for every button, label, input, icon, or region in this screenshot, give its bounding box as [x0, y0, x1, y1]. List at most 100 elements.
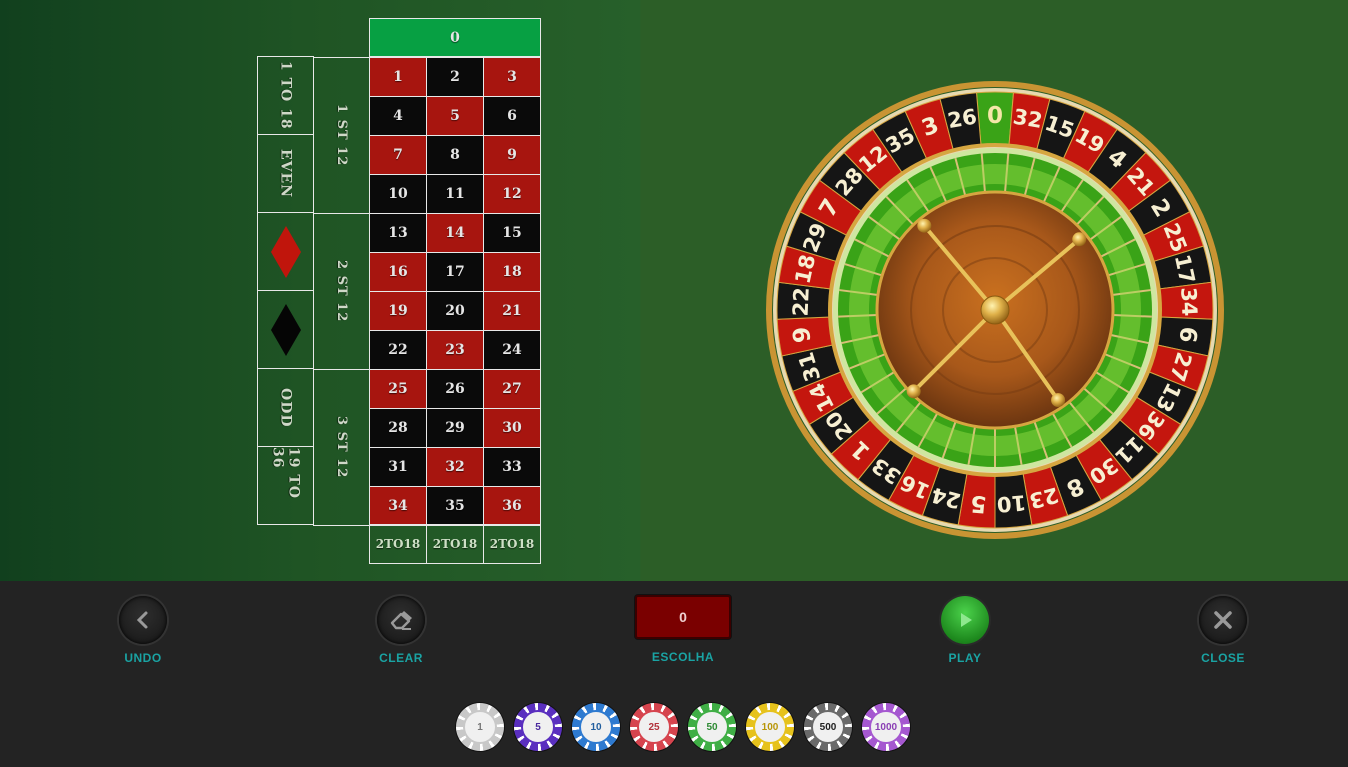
number-cell-25[interactable]: 25 [369, 369, 427, 409]
undo-label: UNDO [124, 651, 162, 665]
number-cell-30[interactable]: 30 [483, 408, 541, 448]
chip-1[interactable]: 1 [456, 703, 504, 751]
chip-value: 10 [579, 710, 613, 744]
wheel-number: 9 [789, 325, 817, 344]
wheel-number: 32 [1011, 104, 1044, 133]
number-cell-11[interactable]: 11 [426, 174, 484, 214]
close-icon [1214, 611, 1232, 629]
high-bet[interactable]: 19 TO 36 [257, 446, 314, 525]
number-cell-24[interactable]: 24 [483, 330, 541, 370]
dozen-bet-2[interactable]: 2 ST 12 [313, 213, 370, 370]
play-control: PLAY [937, 596, 993, 665]
wheel-number: 0 [987, 103, 1003, 129]
chevron-left-icon [136, 611, 148, 629]
turret-knob [1051, 393, 1066, 408]
clear-label: CLEAR [379, 651, 423, 665]
dozen-label: 1 ST 12 [334, 104, 349, 167]
number-cell-22[interactable]: 22 [369, 330, 427, 370]
even-bet[interactable]: EVEN [257, 134, 314, 213]
chip-100[interactable]: 100 [746, 703, 794, 751]
even-bet-label: EVEN [277, 148, 294, 198]
number-cell-17[interactable]: 17 [426, 252, 484, 292]
chip-value: 100 [753, 710, 787, 744]
number-cell-23[interactable]: 23 [426, 330, 484, 370]
turret-knob [1072, 232, 1087, 247]
play-icon [961, 613, 972, 627]
column-bet-1[interactable]: 2TO18 [369, 524, 427, 564]
number-cell-28[interactable]: 28 [369, 408, 427, 448]
chip-value: 50 [695, 710, 729, 744]
escolha-label: ESCOLHA [651, 650, 715, 664]
close-label: CLOSE [1201, 651, 1245, 665]
dozen-bet-1[interactable]: 1 ST 12 [313, 57, 370, 214]
column-bet-2[interactable]: 2TO18 [426, 524, 484, 564]
number-cell-35[interactable]: 35 [426, 486, 484, 526]
undo-button[interactable] [119, 596, 167, 644]
number-cell-5[interactable]: 5 [426, 96, 484, 136]
number-cell-7[interactable]: 7 [369, 135, 427, 175]
number-cell-6[interactable]: 6 [483, 96, 541, 136]
number-cell-26[interactable]: 26 [426, 369, 484, 409]
number-cell-13[interactable]: 13 [369, 213, 427, 253]
number-cell-10[interactable]: 10 [369, 174, 427, 214]
number-cell-34[interactable]: 34 [369, 486, 427, 526]
wheel-number: 26 [946, 104, 979, 133]
chip-1000[interactable]: 1000 [862, 703, 910, 751]
number-cell-12[interactable]: 12 [483, 174, 541, 214]
number-cell-31[interactable]: 31 [369, 447, 427, 487]
chip-value: 5 [521, 710, 555, 744]
number-cell-4[interactable]: 4 [369, 96, 427, 136]
number-cell-0[interactable]: 0 [369, 18, 541, 57]
red-bet[interactable] [257, 212, 314, 291]
chip-value: 1 [463, 710, 497, 744]
dozen-label: 2 ST 12 [334, 260, 349, 323]
escolha-control: 0 ESCOLHA [634, 595, 732, 664]
number-cell-3[interactable]: 3 [483, 57, 541, 97]
wheel-number: 10 [996, 490, 1027, 516]
turret-knob [906, 384, 921, 399]
high-bet-label: 19 TO 36 [269, 447, 302, 499]
number-cell-15[interactable]: 15 [483, 213, 541, 253]
number-cell-36[interactable]: 36 [483, 486, 541, 526]
chip-50[interactable]: 50 [688, 703, 736, 751]
play-button[interactable] [941, 596, 989, 644]
number-cell-21[interactable]: 21 [483, 291, 541, 331]
roulette-wheel: 0 321519421225173462713361130823105241633… [766, 81, 1224, 539]
clear-control: CLEAR [373, 596, 429, 665]
number-cell-27[interactable]: 27 [483, 369, 541, 409]
number-cell-32[interactable]: 32 [426, 447, 484, 487]
number-cell-14[interactable]: 14 [426, 213, 484, 253]
black-bet[interactable] [257, 290, 314, 369]
chip-value: 1000 [869, 710, 903, 744]
chip-500[interactable]: 500 [804, 703, 852, 751]
clear-button[interactable] [377, 596, 425, 644]
low-bet[interactable]: 1 TO 18 [257, 56, 314, 135]
number-cell-8[interactable]: 8 [426, 135, 484, 175]
number-cell-19[interactable]: 19 [369, 291, 427, 331]
chip-value: 25 [637, 710, 671, 744]
play-label: PLAY [948, 651, 982, 665]
number-cell-18[interactable]: 18 [483, 252, 541, 292]
wheel-number: 22 [789, 287, 814, 317]
dozen-bet-3[interactable]: 3 ST 12 [313, 369, 370, 526]
number-cell-20[interactable]: 20 [426, 291, 484, 331]
wheel-number: 34 [1176, 287, 1201, 317]
odd-bet[interactable]: ODD [257, 368, 314, 447]
number-cell-16[interactable]: 16 [369, 252, 427, 292]
chip-25[interactable]: 25 [630, 703, 678, 751]
turret-center [980, 295, 1010, 325]
close-button[interactable] [1199, 596, 1247, 644]
chip-5[interactable]: 5 [514, 703, 562, 751]
number-cell-29[interactable]: 29 [426, 408, 484, 448]
number-cell-2[interactable]: 2 [426, 57, 484, 97]
number-cell-33[interactable]: 33 [483, 447, 541, 487]
turret-knob [917, 218, 932, 233]
red-diamond-icon [270, 225, 301, 278]
number-cell-9[interactable]: 9 [483, 135, 541, 175]
dozen-label: 3 ST 12 [334, 416, 349, 479]
column-bet-3[interactable]: 2TO18 [483, 524, 541, 564]
number-cell-1[interactable]: 1 [369, 57, 427, 97]
close-control: CLOSE [1195, 596, 1251, 665]
chip-10[interactable]: 10 [572, 703, 620, 751]
chip-value: 500 [811, 710, 845, 744]
